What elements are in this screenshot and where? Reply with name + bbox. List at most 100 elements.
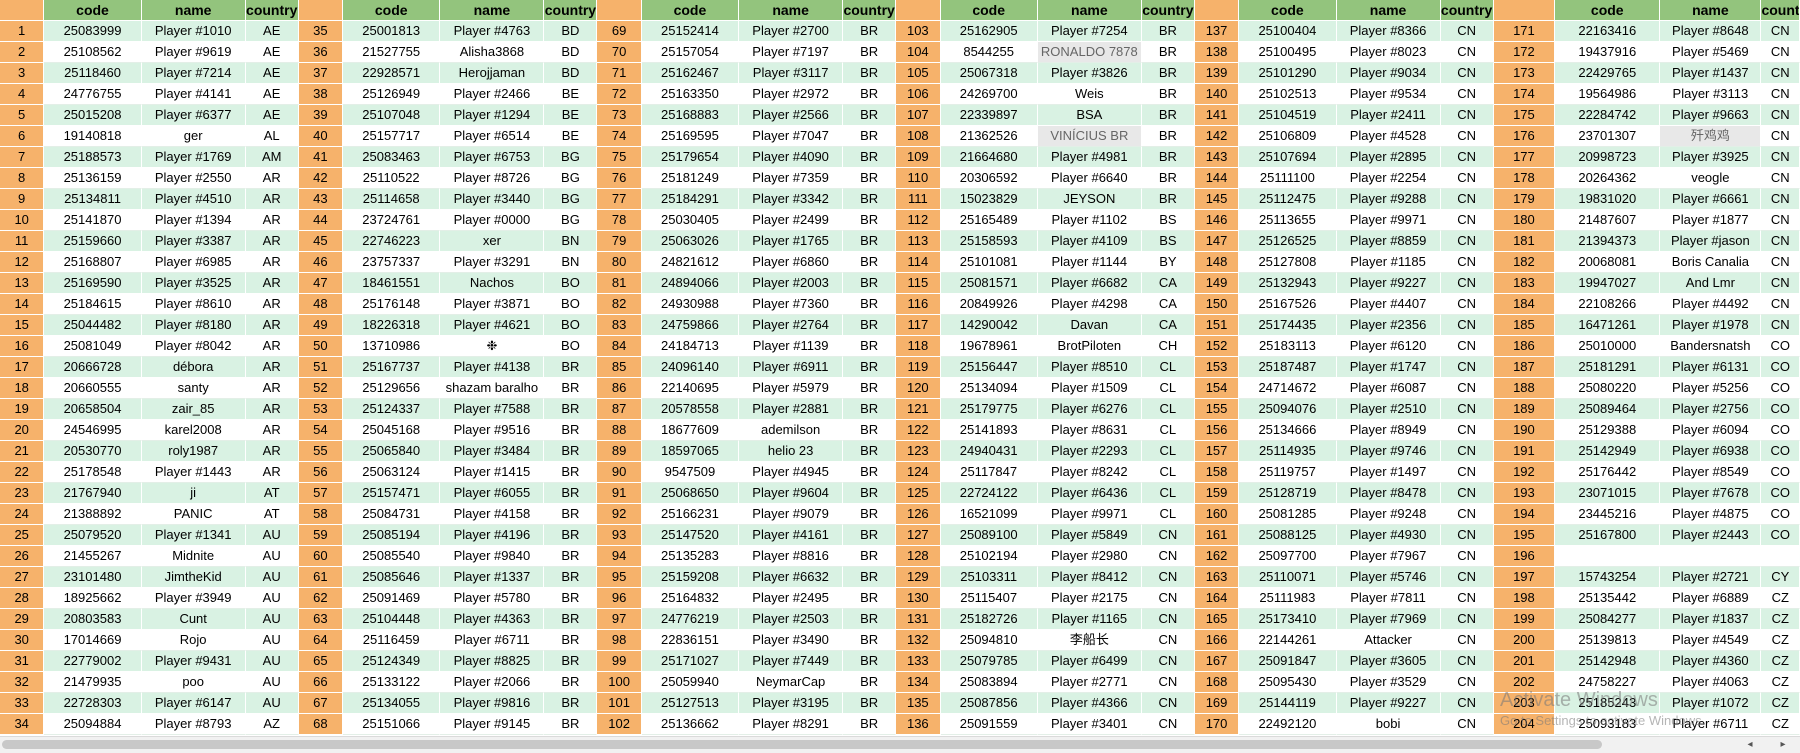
code-cell[interactable]: 25067318 — [940, 63, 1038, 84]
name-cell[interactable]: Player #8242 — [1037, 462, 1142, 483]
code-cell[interactable]: 25166231 — [641, 504, 740, 525]
row-index[interactable]: 144 — [1194, 168, 1240, 189]
country-cell[interactable]: CN — [1761, 210, 1800, 231]
row-index[interactable]: 94 — [597, 546, 642, 567]
country-cell[interactable]: CN — [1141, 588, 1195, 609]
code-cell[interactable]: 25134666 — [1239, 420, 1337, 441]
country-cell[interactable]: BR — [843, 294, 897, 315]
country-cell[interactable]: BR — [843, 147, 897, 168]
country-cell[interactable]: BR — [843, 567, 897, 588]
country-cell[interactable]: CL — [1141, 399, 1195, 420]
row-index[interactable]: 190 — [1493, 420, 1556, 441]
country-cell[interactable]: CN — [1440, 336, 1494, 357]
row-index[interactable]: 100 — [597, 672, 642, 693]
country-cell[interactable]: BS — [1141, 210, 1195, 231]
name-cell[interactable]: Player #3401 — [1037, 714, 1142, 735]
name-cell[interactable]: Player #4621 — [440, 315, 545, 336]
name-cell[interactable]: Player #4366 — [1037, 693, 1142, 714]
code-cell[interactable]: 23701307 — [1555, 126, 1661, 147]
code-cell[interactable]: 25132943 — [1239, 273, 1337, 294]
country-cell[interactable]: BR — [843, 168, 897, 189]
country-cell[interactable]: CN — [1440, 504, 1494, 525]
row-index[interactable]: 187 — [1493, 357, 1556, 378]
code-cell[interactable]: 25110522 — [343, 168, 441, 189]
country-cell[interactable]: CN — [1761, 315, 1800, 336]
name-cell[interactable]: Player #8478 — [1336, 483, 1441, 504]
row-index[interactable]: 147 — [1194, 231, 1240, 252]
code-cell[interactable]: 25065840 — [343, 441, 441, 462]
country-cell[interactable]: CO — [1761, 504, 1800, 525]
row-index[interactable]: 197 — [1493, 567, 1556, 588]
country-cell[interactable]: AR — [245, 315, 299, 336]
code-cell[interactable]: 25110071 — [1239, 567, 1337, 588]
row-index[interactable]: 80 — [597, 252, 642, 273]
country-cell[interactable]: BR — [843, 273, 897, 294]
name-cell[interactable]: Player #7449 — [739, 651, 844, 672]
name-cell[interactable]: zair_85 — [141, 399, 246, 420]
country-cell[interactable]: CN — [1440, 483, 1494, 504]
code-cell[interactable]: 25188573 — [44, 147, 142, 168]
code-cell[interactable]: 21394373 — [1555, 231, 1661, 252]
row-index[interactable]: 12 — [0, 252, 45, 273]
row-index[interactable]: 92 — [597, 504, 642, 525]
country-cell[interactable]: AU — [245, 672, 299, 693]
name-cell[interactable]: Player #4063 — [1660, 672, 1762, 693]
code-cell[interactable]: 25127513 — [641, 693, 740, 714]
row-index[interactable]: 146 — [1194, 210, 1240, 231]
country-cell[interactable]: CN — [1440, 189, 1494, 210]
name-cell[interactable]: Player #1509 — [1037, 378, 1142, 399]
row-index[interactable]: 192 — [1493, 462, 1556, 483]
code-cell[interactable]: 22492120 — [1239, 714, 1337, 735]
name-cell[interactable]: Player #6087 — [1336, 378, 1441, 399]
column-header-country[interactable]: country — [1761, 0, 1800, 21]
name-cell[interactable]: Player #3525 — [141, 273, 246, 294]
row-index[interactable]: 117 — [896, 315, 941, 336]
row-index[interactable]: 41 — [298, 147, 344, 168]
name-cell[interactable]: Player #4158 — [440, 504, 545, 525]
row-index[interactable]: 63 — [298, 609, 344, 630]
country-cell[interactable]: CO — [1761, 378, 1800, 399]
row-index[interactable]: 44 — [298, 210, 344, 231]
row-index[interactable]: 34 — [0, 714, 45, 735]
code-cell[interactable]: 25089100 — [940, 525, 1038, 546]
row-index[interactable]: 137 — [1194, 21, 1240, 42]
row-index[interactable]: 30 — [0, 630, 45, 651]
name-cell[interactable]: Player #1139 — [739, 336, 844, 357]
code-cell[interactable]: 24759866 — [641, 315, 740, 336]
country-cell[interactable]: CN — [1440, 588, 1494, 609]
country-cell[interactable]: BG — [544, 210, 598, 231]
name-cell[interactable]: Player #9145 — [440, 714, 545, 735]
code-cell[interactable]: 22746223 — [343, 231, 441, 252]
code-cell[interactable]: 20998723 — [1555, 147, 1661, 168]
name-cell[interactable]: Player #3949 — [141, 588, 246, 609]
code-cell[interactable]: 18226318 — [343, 315, 441, 336]
name-cell[interactable]: Player #9840 — [440, 546, 545, 567]
country-cell[interactable]: CL — [1141, 357, 1195, 378]
code-cell[interactable]: 25107694 — [1239, 147, 1337, 168]
code-cell[interactable]: 24184713 — [641, 336, 740, 357]
code-cell[interactable]: 25147520 — [641, 525, 740, 546]
country-cell[interactable]: CN — [1761, 147, 1800, 168]
country-cell[interactable]: CN — [1761, 231, 1800, 252]
name-cell[interactable]: Player #9248 — [1336, 504, 1441, 525]
country-cell[interactable]: CZ — [1761, 588, 1800, 609]
code-cell[interactable]: 24940431 — [940, 441, 1038, 462]
row-index[interactable]: 160 — [1194, 504, 1240, 525]
code-cell[interactable]: 25157717 — [343, 126, 441, 147]
name-cell[interactable]: Player #7047 — [739, 126, 844, 147]
country-cell[interactable]: BR — [843, 483, 897, 504]
country-cell[interactable]: BE — [544, 84, 598, 105]
country-cell[interactable]: AR — [245, 294, 299, 315]
row-index[interactable]: 145 — [1194, 189, 1240, 210]
code-cell[interactable]: 25126949 — [343, 84, 441, 105]
code-cell[interactable]: 21455267 — [44, 546, 142, 567]
country-cell[interactable]: BR — [843, 336, 897, 357]
name-cell[interactable]: veogle — [1660, 168, 1762, 189]
row-index[interactable]: 79 — [597, 231, 642, 252]
country-cell[interactable]: CA — [1141, 294, 1195, 315]
code-cell[interactable]: 25063124 — [343, 462, 441, 483]
name-cell[interactable]: Player #4161 — [739, 525, 844, 546]
country-cell[interactable]: BS — [1141, 231, 1195, 252]
code-cell[interactable]: 25144119 — [1239, 693, 1337, 714]
country-cell[interactable]: BR — [544, 588, 598, 609]
